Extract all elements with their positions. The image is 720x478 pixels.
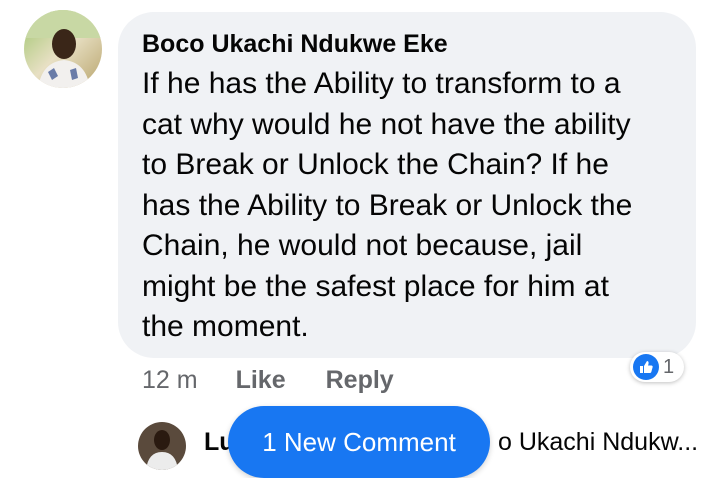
comment-line: cat why would he not have the ability [142,107,631,141]
comment-line: to Break or Unlock the Chain? If he [142,148,609,181]
reaction-count: 1 [663,355,675,378]
reply-snippet: o Ukachi Ndukw... [498,428,699,456]
thumbs-up-icon [633,354,659,380]
comment-line: the moment. [142,310,309,343]
comment-line: Chain, he would not because, jail [142,229,583,262]
commenter-avatar[interactable] [24,10,102,88]
comment-line: might be the safest place for him at [142,269,609,303]
comment-line: has the Ability to Break or Unlock the [142,188,633,222]
new-comment-button[interactable]: 1 New Comment [228,406,490,478]
comment-actions: 12 m Like Reply [142,362,394,398]
comment-text: If he has the Ability to transform to a … [142,64,672,348]
comment-timestamp[interactable]: 12 m [142,366,198,395]
comment-line: If he has the Ability to transform to a [142,67,621,100]
reply-button[interactable]: Reply [326,366,394,395]
like-button[interactable]: Like [236,366,286,395]
reaction-summary[interactable]: 1 [630,352,685,382]
comment-bubble: Boco Ukachi Ndukwe Eke If he has the Abi… [118,12,696,358]
reply-author-avatar[interactable] [138,422,186,470]
comment-author[interactable]: Boco Ukachi Ndukwe Eke [142,28,672,60]
